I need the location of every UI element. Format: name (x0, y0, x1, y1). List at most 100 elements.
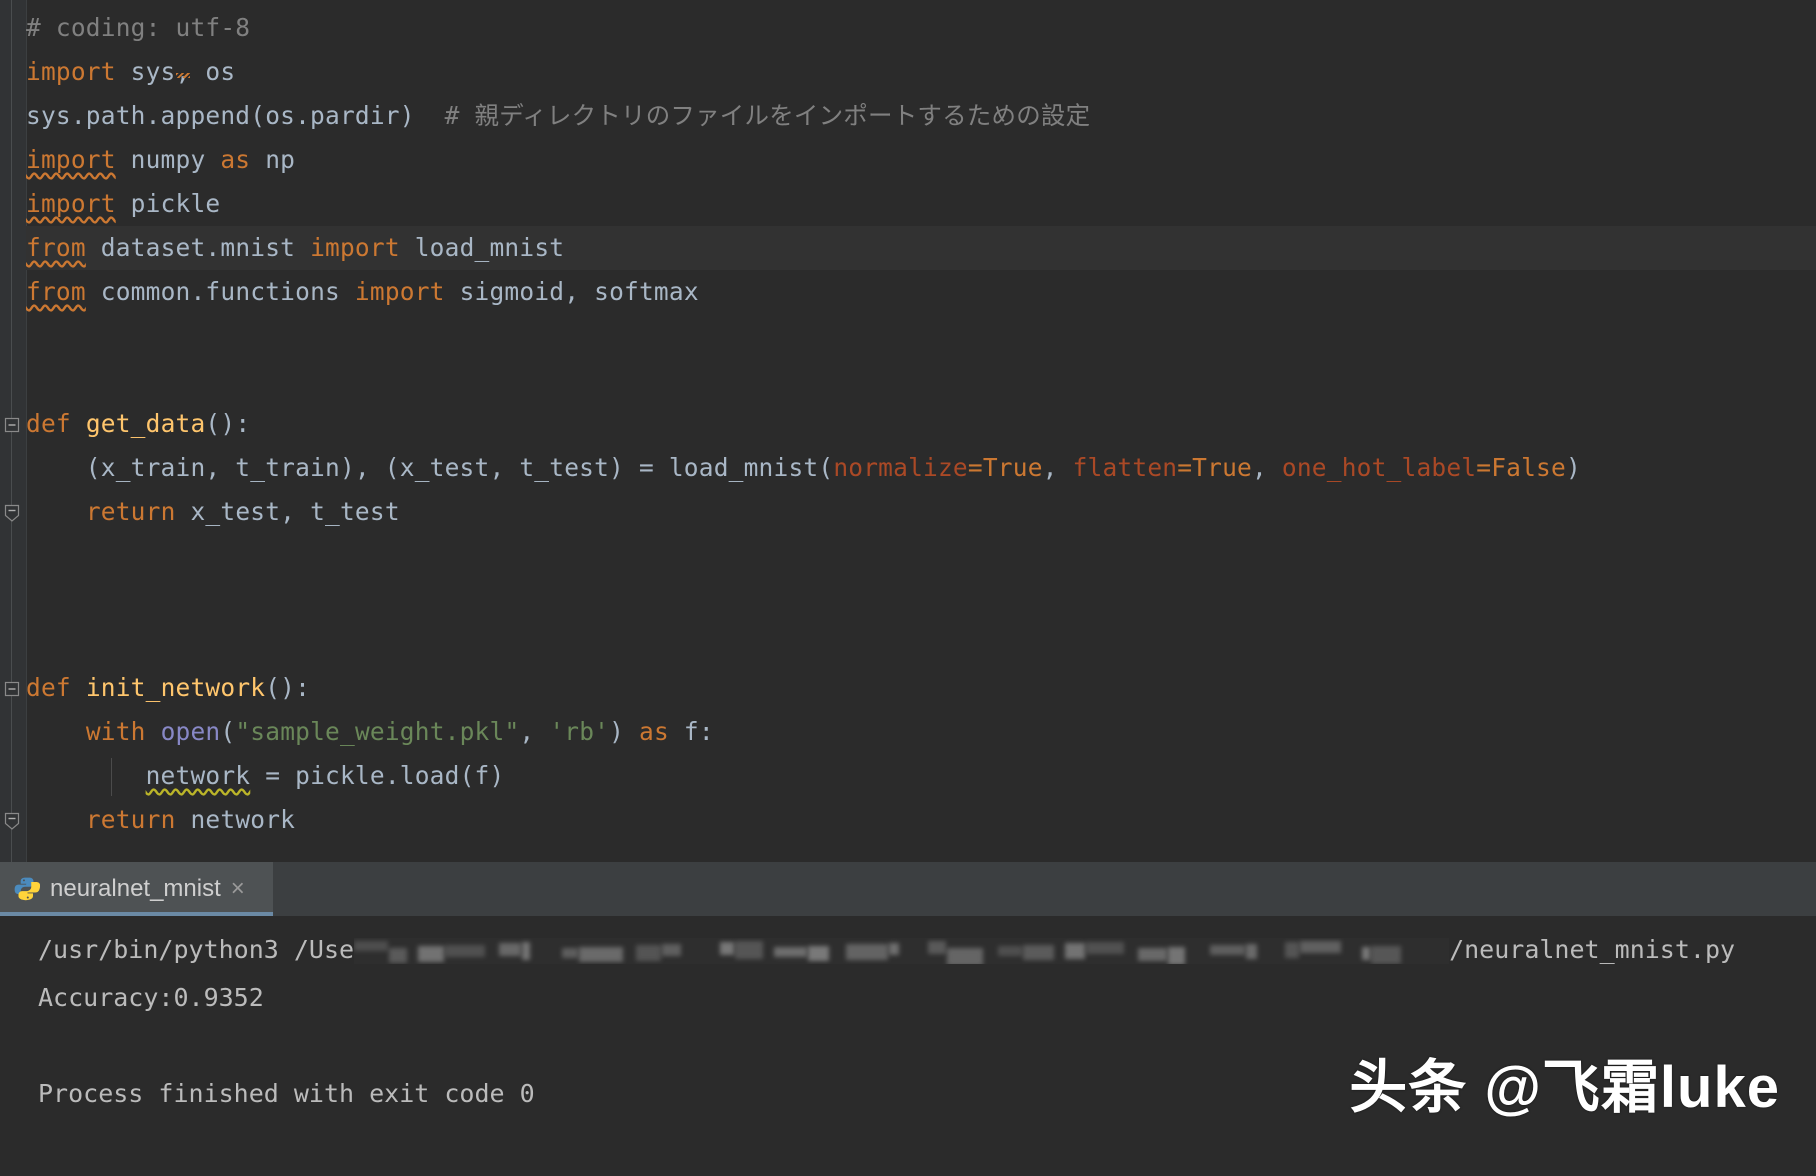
code-token: , (1042, 453, 1073, 482)
code-token: os (190, 57, 236, 86)
code-line[interactable]: return network (26, 798, 1816, 842)
code-token: flatten (1072, 453, 1178, 482)
fold-end-icon[interactable] (4, 810, 20, 830)
code-line[interactable]: (x_train, t_train), (x_test, t_test) = l… (26, 446, 1816, 490)
code-token: get_data (85, 409, 206, 438)
code-token: = (1476, 453, 1492, 482)
fold-end-icon[interactable] (4, 502, 20, 522)
code-token: ( (220, 717, 236, 746)
code-line[interactable]: network = pickle.load(f) (26, 754, 1816, 798)
code-token: import (310, 233, 400, 262)
code-token: init_network (85, 673, 266, 702)
code-line[interactable]: import sys, os (26, 50, 1816, 94)
code-line[interactable]: import pickle (26, 182, 1816, 226)
code-line[interactable]: from dataset.mnist import load_mnist (26, 226, 1816, 270)
code-token: f: (668, 717, 714, 746)
code-line[interactable] (26, 534, 1816, 578)
console-text: Accuracy:0.9352 (38, 983, 264, 1012)
code-editor[interactable]: # coding: utf-8 import sys, os sys.path.ap… (0, 0, 1816, 862)
code-line[interactable]: with open("sample_weight.pkl", 'rb') as … (26, 710, 1816, 754)
code-token: = (1177, 453, 1193, 482)
console-tabbar[interactable]: neuralnet_mnist × (0, 862, 1816, 916)
code-token: , (519, 717, 550, 746)
code-token: ) (609, 717, 640, 746)
code-token: from (26, 277, 86, 306)
code-line[interactable]: from common.functions import sigmoid, so… (26, 270, 1816, 314)
code-token: import (26, 145, 116, 174)
watermark: 头条 @飞霜luke (1349, 1055, 1780, 1120)
code-token: # coding: utf-8 (26, 13, 251, 42)
code-token: (): (265, 673, 311, 702)
code-line[interactable]: return x_test, t_test (26, 490, 1816, 534)
code-token: network (145, 761, 251, 790)
code-token: common.functions (85, 277, 355, 306)
code-token: return (85, 805, 176, 834)
editor-gutter[interactable] (0, 0, 26, 862)
code-line[interactable] (26, 314, 1816, 358)
run-console-panel: neuralnet_mnist × /usr/bin/python3 /Use /… (0, 862, 1816, 1176)
code-token: with (85, 717, 146, 746)
code-token: ) (1565, 453, 1581, 482)
code-token: (x_train, t_train), (x_test, t_test) = l… (26, 453, 834, 482)
console-tab-neuralnet-mnist[interactable]: neuralnet_mnist × (0, 862, 273, 916)
console-line: Accuracy:0.9352 (0, 974, 1816, 1022)
code-token: import (354, 277, 445, 306)
fold-collapse-icon[interactable] (4, 678, 20, 698)
code-token: pickle (115, 189, 221, 218)
code-token: import (26, 57, 116, 86)
code-token: normalize (833, 453, 968, 482)
code-token: load_mnist (399, 233, 565, 262)
console-line: /usr/bin/python3 /Use/neuralnet_mnist.py (0, 926, 1816, 974)
code-line[interactable] (26, 358, 1816, 402)
code-token: as (639, 717, 669, 746)
python-icon (14, 877, 40, 901)
code-token: as (220, 145, 251, 174)
code-token: x_test, t_test (175, 497, 400, 526)
code-line[interactable]: def get_data(): (26, 402, 1816, 446)
console-text: /usr/bin/python3 /Use (38, 935, 355, 964)
code-line[interactable] (26, 578, 1816, 622)
code-token: , (1251, 453, 1282, 482)
code-area[interactable]: # coding: utf-8 import sys, os sys.path.ap… (26, 0, 1816, 862)
indent-guide (111, 758, 112, 796)
code-token: True (982, 453, 1043, 482)
code-token: "sample_weight.pkl" (235, 717, 520, 746)
code-token: network (175, 805, 296, 834)
code-token: dataset.mnist (85, 233, 311, 262)
code-token: def (26, 673, 71, 702)
code-token: np (250, 145, 296, 174)
code-token: sys.path.append(os.pardir) (26, 101, 415, 130)
code-line[interactable]: # coding: utf-8 (26, 6, 1816, 50)
code-line[interactable] (26, 622, 1816, 666)
code-line[interactable]: def init_network(): (26, 666, 1816, 710)
ide-window: # coding: utf-8 import sys, os sys.path.ap… (0, 0, 1816, 1176)
console-text: Process finished with exit code 0 (38, 1079, 535, 1108)
code-token: from (26, 233, 86, 262)
code-token: = pickle.load(f) (250, 761, 505, 790)
code-line[interactable]: sys.path.append(os.pardir) # 親ディレクトリのファイ… (26, 94, 1816, 138)
code-token: sys (115, 57, 176, 86)
code-token: open (160, 717, 221, 746)
code-token: True (1192, 453, 1252, 482)
code-token: one_hot_label (1281, 453, 1477, 482)
close-icon[interactable]: × (231, 877, 245, 901)
code-token: False (1491, 453, 1566, 482)
code-token: # 親ディレクトリのファイルをインポートするための設定 (414, 101, 1091, 130)
console-text: /neuralnet_mnist.py (1449, 935, 1736, 964)
code-line[interactable]: import numpy as np (26, 138, 1816, 182)
console-tab-label: neuralnet_mnist (50, 875, 221, 902)
code-token: def (26, 409, 71, 438)
code-token: return (85, 497, 176, 526)
code-token: import (26, 189, 116, 218)
redacted-path (354, 938, 1450, 964)
code-token: 'rb' (549, 717, 610, 746)
fold-collapse-icon[interactable] (4, 414, 20, 434)
code-token: sigmoid, softmax (444, 277, 699, 306)
code-token: = (967, 453, 983, 482)
